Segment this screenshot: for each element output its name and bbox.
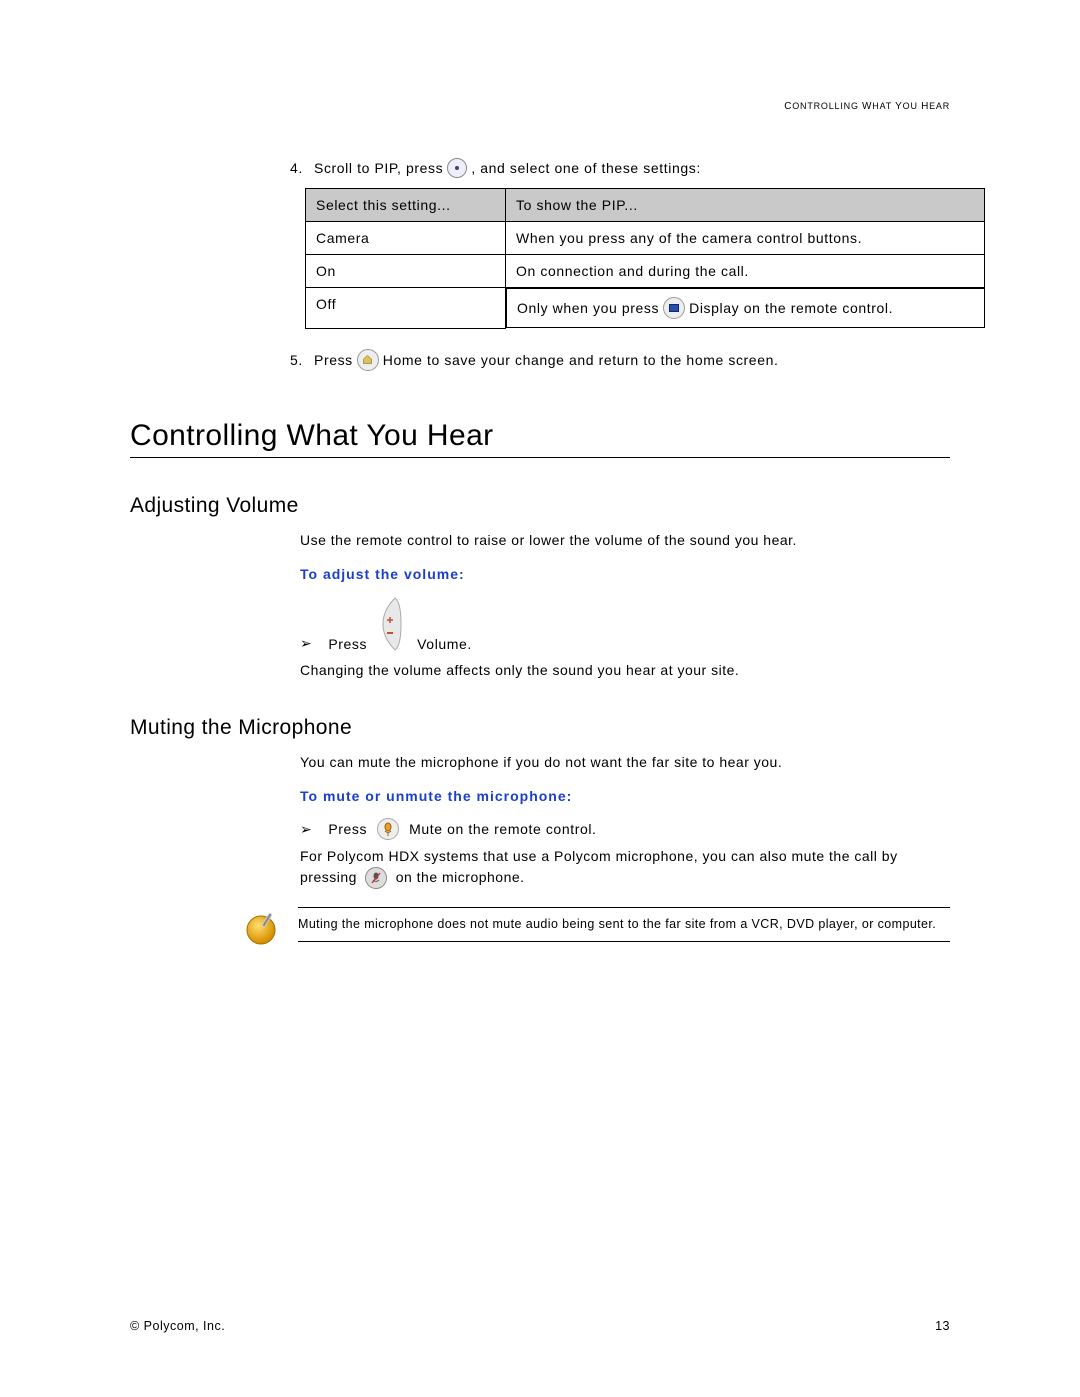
table-row: On On connection and during the call. (306, 255, 985, 288)
note-row: Muting the microphone does not mute audi… (240, 907, 950, 949)
subheading-muting-microphone: Muting the Microphone (130, 716, 950, 740)
bullet-arrow-icon: ➢ (300, 821, 312, 838)
muting-intro: You can mute the microphone if you do no… (300, 752, 950, 772)
muting-p2: For Polycom HDX systems that use a Polyc… (300, 846, 950, 889)
volume-bullet-text-a: Press (328, 636, 367, 652)
table-cell: When you press any of the camera control… (506, 222, 985, 255)
step-5-text-a: Press (314, 352, 353, 368)
pip-settings-table: Select this setting... To show the PIP..… (305, 188, 985, 329)
procedure-heading-mute: To mute or unmute the microphone: (300, 788, 950, 804)
table-header-setting: Select this setting... (306, 189, 506, 222)
mute-bullet: ➢ Press Mute on the remote control. (300, 818, 950, 840)
step-4-text-b: , and select one of these settings: (471, 160, 701, 176)
table-header-pip: To show the PIP... (506, 189, 985, 222)
table-cell-text-b: Display on the remote control. (689, 300, 893, 316)
footer-page-number: 13 (935, 1319, 950, 1333)
muting-p2-text-a: For Polycom HDX systems that use a Polyc… (300, 848, 898, 884)
select-button-icon (447, 158, 467, 178)
step-4-text-a: Scroll to PIP, press (314, 160, 443, 176)
mute-button-icon (377, 818, 399, 840)
adjusting-volume-note: Changing the volume affects only the sou… (300, 660, 950, 680)
step-5-text-b: Home to save your change and return to t… (383, 352, 779, 368)
adjusting-volume-intro: Use the remote control to raise or lower… (300, 530, 950, 550)
procedure-heading-adjust-volume: To adjust the volume: (300, 566, 950, 582)
volume-bullet-text-b: Volume. (417, 636, 472, 652)
table-row: Off Only when you press Display on the r… (306, 288, 985, 329)
table-cell: Camera (306, 222, 506, 255)
table-cell: On (306, 255, 506, 288)
muting-p2-text-b: on the microphone. (396, 869, 525, 885)
table-cell: On connection and during the call. (506, 255, 985, 288)
mute-bullet-text-b: Mute on the remote control. (409, 821, 596, 837)
step-4-number: 4. (290, 160, 314, 176)
running-header: CONTROLLING WHAT YOU HEAR (784, 100, 950, 112)
mute-bullet-text-a: Press (328, 821, 367, 837)
bullet-arrow-icon: ➢ (300, 635, 312, 652)
table-cell: Off (306, 288, 506, 329)
microphone-mute-icon (365, 867, 387, 889)
home-button-icon (357, 349, 379, 371)
step-5-number: 5. (290, 352, 314, 368)
footer-copyright: © Polycom, Inc. (130, 1319, 225, 1333)
section-heading: Controlling What You Hear (130, 419, 950, 458)
table-row: Camera When you press any of the camera … (306, 222, 985, 255)
table-cell-text-a: Only when you press (517, 300, 659, 316)
note-text: Muting the microphone does not mute audi… (298, 907, 950, 943)
volume-bullet: ➢ Press Volume. (300, 596, 950, 652)
step-4: 4. Scroll to PIP, press , and select one… (290, 158, 950, 178)
display-button-icon (663, 297, 685, 319)
step-5: 5. Press Home to save your change and re… (290, 349, 950, 371)
table-cell: Only when you press Display on the remot… (506, 288, 985, 328)
pushpin-note-icon (240, 907, 282, 949)
subheading-adjusting-volume: Adjusting Volume (130, 494, 950, 518)
page-footer: © Polycom, Inc. 13 (130, 1319, 950, 1333)
volume-rocker-icon (377, 596, 407, 652)
